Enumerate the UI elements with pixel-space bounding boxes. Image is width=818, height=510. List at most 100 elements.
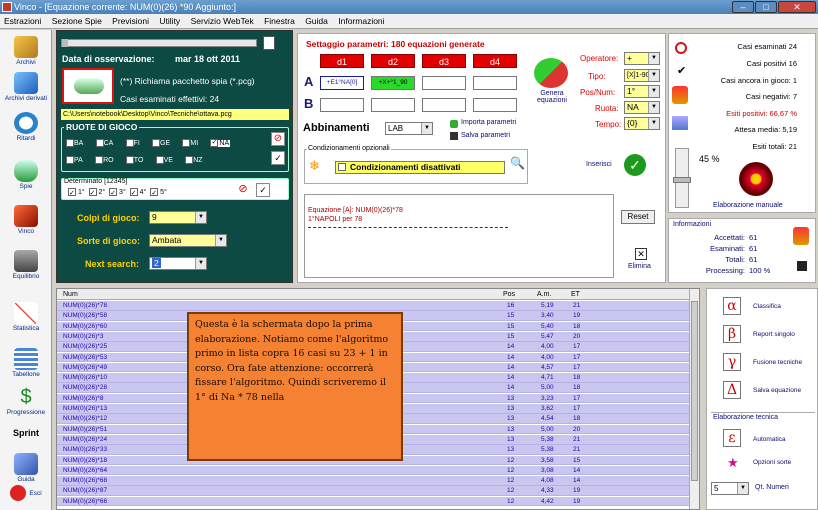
table-row[interactable]: NUM(0)(26)*87 12 4,33 19 [57, 486, 689, 497]
checkbox-ro[interactable] [95, 155, 104, 164]
sidebar-item-spie[interactable]: Spie [0, 160, 52, 190]
sidebar-item-statistica[interactable]: Statistica [0, 302, 52, 332]
sidebar-item-sprint[interactable]: Sprint [0, 426, 52, 438]
menu-utility[interactable]: Utility [155, 16, 184, 26]
ruota-select[interactable]: NA ▼ [624, 101, 660, 114]
pos-select[interactable]: 1° ▼ [624, 85, 660, 98]
row-num: NUM(0)(26)*8 [63, 394, 104, 402]
menu-informazioni[interactable]: Informazioni [334, 16, 388, 26]
sidebar-item-tabellone[interactable]: Tabellone [0, 348, 52, 378]
maximize-button[interactable]: □ [755, 1, 777, 13]
conditions-checkbox[interactable] [338, 163, 346, 171]
menu-guida[interactable]: Guida [301, 16, 332, 26]
spy-package-button[interactable] [62, 68, 114, 104]
fusione-label[interactable]: Fusione tecniche [753, 359, 802, 366]
checkbox-pos1[interactable]: ✓ [68, 188, 76, 197]
importa-link[interactable]: Importa parametri [461, 119, 516, 126]
cell-b-d2[interactable] [371, 98, 415, 112]
insert-check-button[interactable]: ✓ [624, 154, 646, 176]
row-num: NUM(0)(26)*87 [63, 487, 108, 495]
checkbox-ca[interactable] [95, 138, 104, 147]
star-icon[interactable]: ★ [727, 455, 739, 471]
checkbox-pos2[interactable]: ✓ [88, 188, 97, 197]
sidebar-item-equilibrio[interactable]: Equilibrio [0, 250, 52, 280]
cell-b-d1[interactable] [320, 98, 364, 112]
colpi-select[interactable]: 9 ▼ [149, 211, 207, 224]
progress-slider[interactable] [673, 148, 691, 208]
checkbox-pa[interactable] [66, 155, 74, 164]
operatore-select[interactable]: + ▼ [624, 52, 660, 65]
checkbox-to[interactable] [125, 155, 134, 164]
table-row[interactable]: NUM(0)(26)*64 12 3,08 14 [57, 465, 689, 476]
row-num: NUM(0)(26)*25 [63, 343, 108, 351]
sidebar-item-esci[interactable]: Esci [0, 485, 52, 502]
checkbox-ve[interactable] [155, 155, 164, 164]
delta-icon[interactable]: Δ [723, 381, 741, 399]
cell-a-d1[interactable]: +E1°NA[0] [320, 76, 364, 90]
abbinamenti-select[interactable]: LAB ▼ [385, 122, 433, 135]
chevron-down-icon: ▼ [648, 86, 659, 97]
salva-equazione-label[interactable]: Salva equazione [753, 387, 801, 394]
cell-a-d2[interactable]: +X+°1_90 [371, 76, 415, 90]
cell-b-d4[interactable] [473, 98, 517, 112]
menu-finestra[interactable]: Finestra [260, 16, 299, 26]
checkbox-ge[interactable] [152, 138, 161, 147]
sidebar-item-progressione[interactable]: $ Progressione [0, 386, 52, 416]
table-row[interactable]: NUM(0)(26)*78 16 5,19 21 [57, 301, 689, 311]
delete-icon[interactable]: ✕ [635, 248, 647, 260]
checkbox-pos4[interactable]: ✓ [129, 188, 138, 197]
totali-label: Totali: [725, 255, 745, 264]
gamma-icon[interactable]: γ [723, 353, 741, 371]
cell-b-d3[interactable] [422, 98, 466, 112]
genera-icon[interactable] [534, 58, 568, 88]
date-slider[interactable] [61, 39, 257, 47]
row-et: 14 [573, 466, 581, 474]
table-row[interactable]: NUM(0)(26)*68 12 4,08 14 [57, 476, 689, 486]
save-disk-icon[interactable] [797, 261, 807, 271]
sidebar-item-vinco[interactable]: Vinco [0, 205, 52, 235]
cell-a-d4[interactable] [473, 76, 517, 90]
conditions-toggle[interactable]: Condizionamenti disattivati [335, 161, 505, 174]
chevron-down-icon: ▼ [648, 118, 659, 129]
table-row[interactable]: NUM(0)(26)*66 12 4,42 19 [57, 496, 689, 507]
checkbox-fi[interactable] [125, 138, 134, 147]
sidebar-item-ritardi[interactable]: Ritardi [0, 112, 52, 142]
menu-previsioni[interactable]: Previsioni [108, 16, 153, 26]
minimize-button[interactable]: – [732, 1, 754, 13]
epsilon-icon[interactable]: ε [723, 429, 741, 447]
equation-box: Equazione [A]: NUM(0)(26)*78 1°NAPOLI pe… [304, 194, 614, 278]
automatica-label[interactable]: Automatica [753, 436, 786, 443]
next-search-select[interactable]: 2 ▼ [149, 257, 207, 270]
clear-positions-button[interactable]: ⊘ [236, 183, 250, 197]
select-positions-button[interactable]: ✓ [256, 183, 270, 197]
checkbox-pos3[interactable]: ✓ [109, 188, 118, 197]
qt-numeri-select[interactable]: 5 ▼ [711, 482, 749, 495]
tempo-select[interactable]: {0} ▼ [624, 117, 660, 130]
report-label[interactable]: Report singolo [753, 331, 795, 338]
close-button[interactable]: ✕ [778, 1, 816, 13]
menu-estrazioni[interactable]: Estrazioni [0, 16, 45, 26]
sidebar-item-archivi-derivati[interactable]: Archivi derivati [0, 72, 52, 102]
select-wheels-button[interactable]: ✓ [271, 151, 285, 165]
sidebar-item-archivi[interactable]: Archivi [0, 36, 52, 66]
alpha-icon[interactable]: α [723, 297, 741, 315]
table-scrollbar[interactable] [689, 289, 699, 509]
sorte-select[interactable]: Ambata ▼ [149, 234, 227, 247]
document-icon[interactable] [263, 36, 275, 50]
menu-servizio-webtek[interactable]: Servizio WebTek [187, 16, 258, 26]
beta-icon[interactable]: β [723, 325, 741, 343]
next-search-label: Next search: [85, 259, 140, 269]
salva-link[interactable]: Salva parametri [461, 132, 510, 139]
search-icon[interactable]: 🔍 [510, 156, 525, 170]
tipo-select[interactable]: [X]1-90 ▼ [624, 69, 660, 82]
classifica-label[interactable]: Classifica [753, 303, 781, 310]
checkbox-pos5[interactable]: ✓ [150, 188, 159, 197]
sidebar-item-guida[interactable]: Guida [0, 453, 52, 483]
cell-a-d3[interactable] [422, 76, 466, 90]
opzioni-sorte-label[interactable]: Opzioni sorte [753, 459, 791, 466]
menu-sezione-spie[interactable]: Sezione Spie [48, 16, 106, 26]
checkbox-ba[interactable] [66, 138, 74, 147]
clear-wheels-button[interactable]: ⊘ [271, 132, 285, 146]
elaborazione-manuale-button[interactable] [739, 162, 773, 196]
reset-button[interactable]: Reset [621, 210, 655, 224]
